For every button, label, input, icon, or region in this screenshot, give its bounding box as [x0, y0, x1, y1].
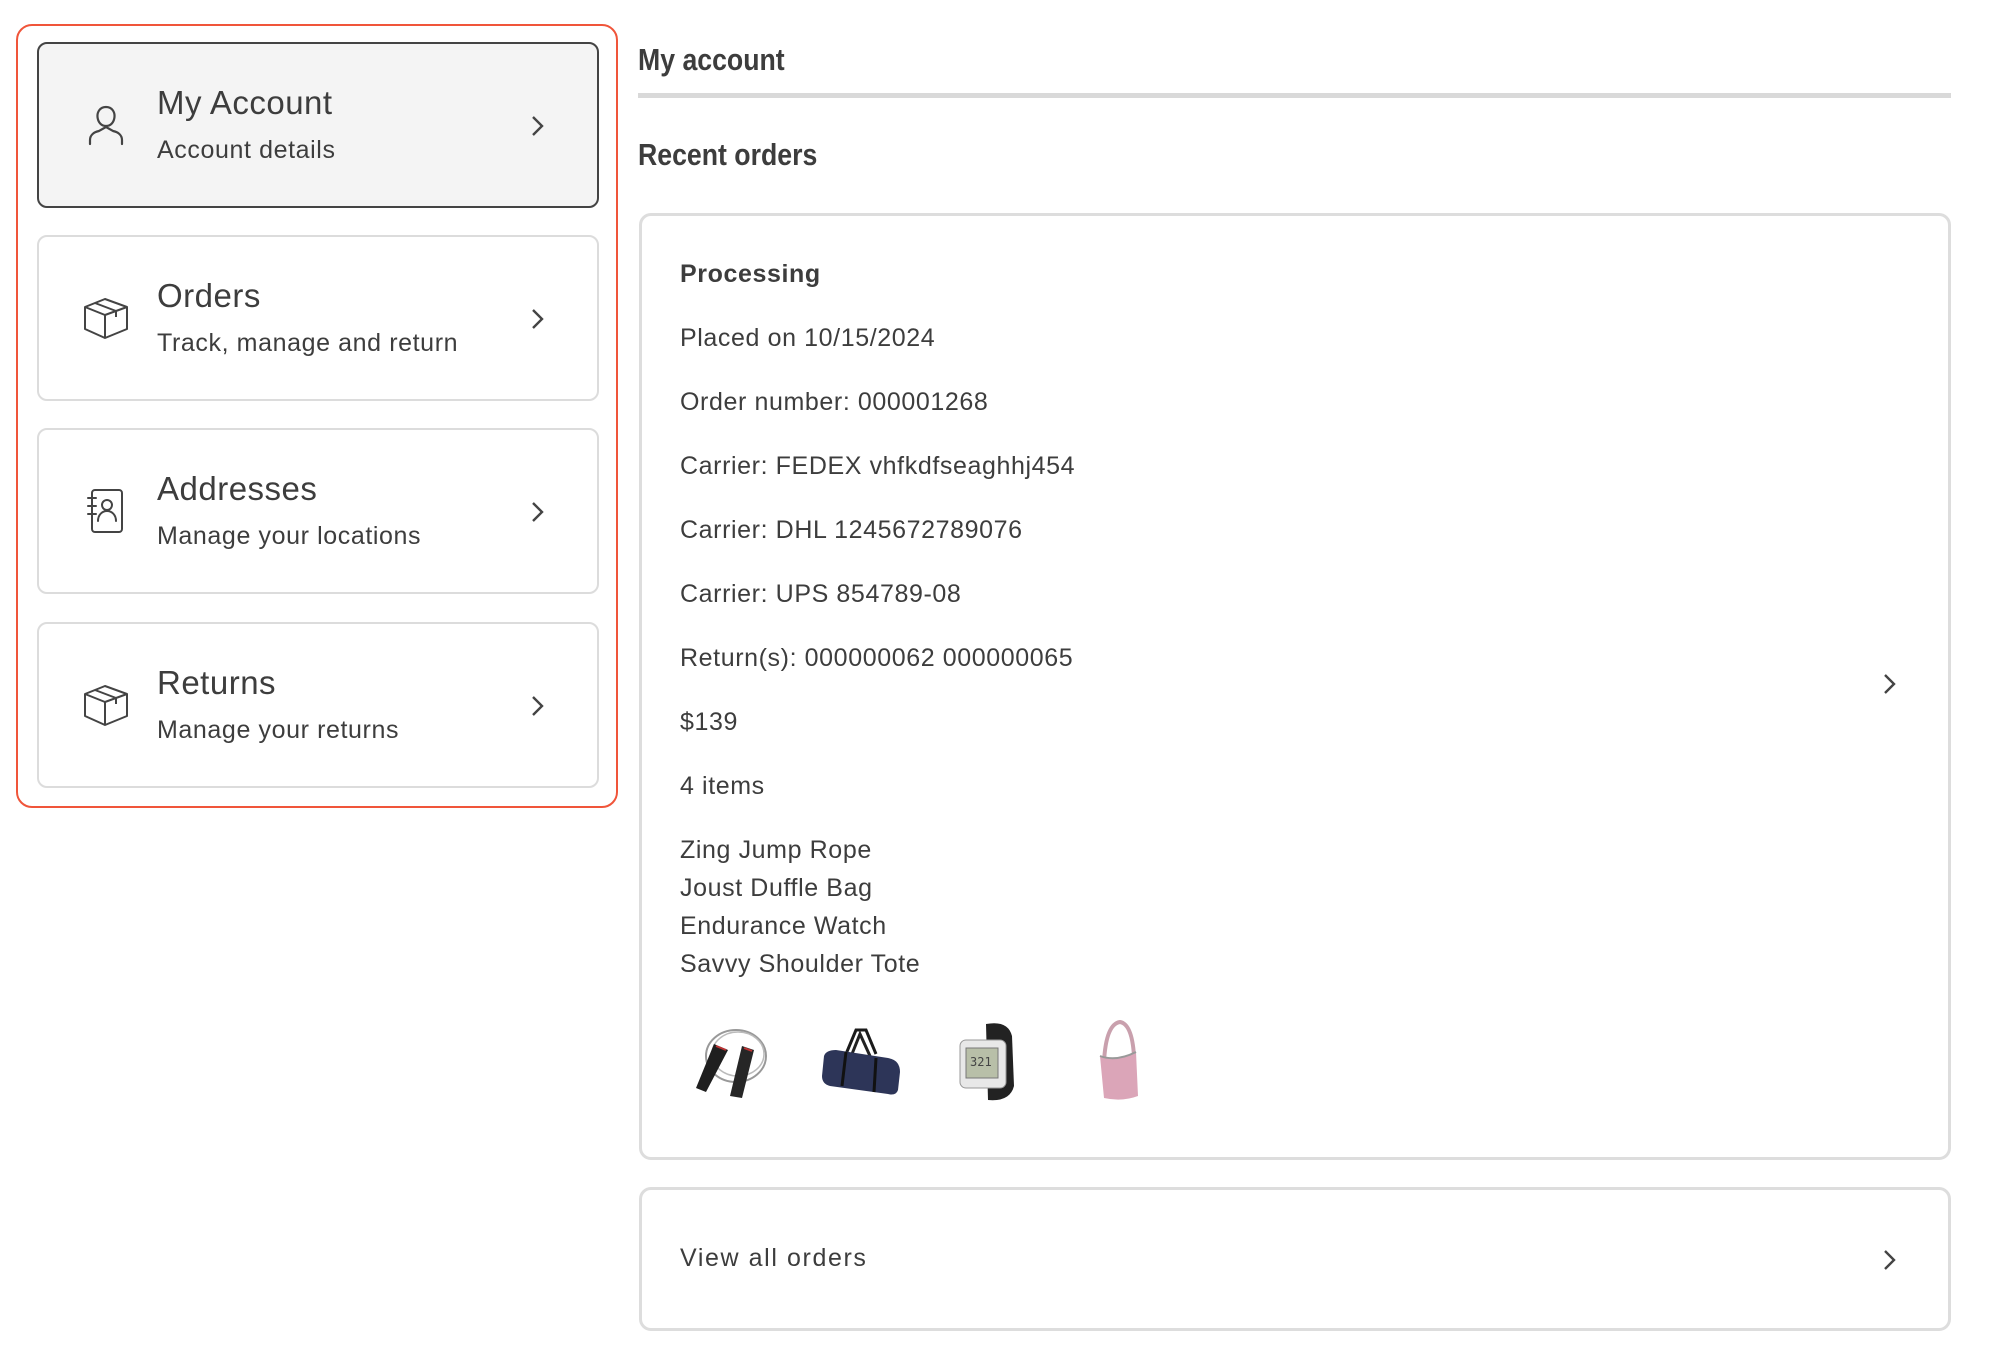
duffle-bag-image [816, 1016, 906, 1106]
shoulder-tote-image [1076, 1016, 1166, 1106]
title-divider [638, 93, 1951, 98]
watch-image: 321 [946, 1016, 1036, 1106]
address-book-icon [81, 486, 131, 536]
order-carrier: Carrier: DHL 1245672789076 [680, 516, 1023, 544]
chevron-right-icon [527, 112, 549, 140]
box-icon [81, 680, 131, 730]
chevron-right-icon [527, 692, 549, 720]
chevron-right-icon [1879, 670, 1901, 698]
sidebar-item-subtitle: Manage your locations [157, 522, 422, 550]
order-carrier: Carrier: UPS 854789-08 [680, 580, 962, 608]
order-status: Processing [680, 260, 821, 288]
order-item-name: Joust Duffle Bag [680, 874, 873, 902]
sidebar-item-my-account[interactable]: My Account Account details [37, 42, 599, 208]
box-icon [81, 293, 131, 343]
order-carrier: Carrier: FEDEX vhfkdfseaghhj454 [680, 452, 1076, 480]
order-number: Order number: 000001268 [680, 388, 989, 416]
sidebar-item-title: Orders [157, 277, 261, 314]
order-item-name: Savvy Shoulder Tote [680, 950, 921, 978]
view-all-orders-button[interactable]: View all orders [639, 1187, 1951, 1331]
sidebar-item-title: Returns [157, 664, 277, 701]
order-item-name: Endurance Watch [680, 912, 887, 940]
sidebar-item-orders[interactable]: Orders Track, manage and return [37, 235, 599, 401]
order-placed-date: Placed on 10/15/2024 [680, 324, 936, 352]
order-item-name: Zing Jump Rope [680, 836, 872, 864]
chevron-right-icon [1879, 1246, 1901, 1274]
sidebar-item-title: Addresses [157, 470, 318, 507]
jump-rope-image [686, 1016, 776, 1106]
sidebar-item-subtitle: Manage your returns [157, 716, 400, 744]
order-returns: Return(s): 000000062 000000065 [680, 644, 1074, 672]
sidebar-item-subtitle: Track, manage and return [157, 329, 459, 357]
chevron-right-icon [527, 498, 549, 526]
sidebar-item-returns[interactable]: Returns Manage your returns [37, 622, 599, 788]
sidebar-item-title: My Account [157, 84, 333, 121]
chevron-right-icon [527, 305, 549, 333]
page-title: My account [638, 42, 785, 77]
section-title: Recent orders [638, 137, 818, 172]
order-item-count: 4 items [680, 772, 765, 800]
user-icon [81, 100, 131, 150]
svg-text:321: 321 [970, 1055, 992, 1069]
sidebar-item-addresses[interactable]: Addresses Manage your locations [37, 428, 599, 594]
recent-order-card[interactable]: Processing Placed on 10/15/2024 Order nu… [639, 213, 1951, 1160]
view-all-orders-label: View all orders [680, 1244, 868, 1272]
order-total: $139 [680, 708, 739, 736]
sidebar-item-subtitle: Account details [157, 136, 336, 164]
